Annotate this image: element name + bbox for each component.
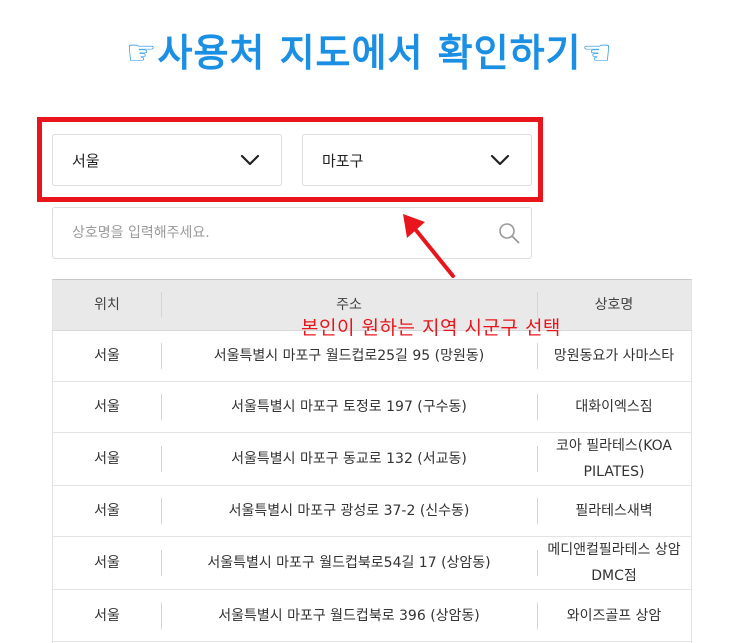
- pointer-arrow-icon: [403, 214, 455, 278]
- cell-location: 서울: [94, 451, 120, 467]
- chevron-down-icon: [490, 154, 510, 166]
- table-row[interactable]: 서울 서울특별시 마포구 토정로 197 (구수동) 대화이엑스짐: [53, 382, 691, 433]
- page-title-text: 사용처 지도에서 확인하기: [157, 31, 582, 75]
- cell-address: 서울특별시 마포구 동교로 132 (서교동): [161, 433, 537, 485]
- pointing-right-hand-icon: ☞: [126, 33, 158, 73]
- chevron-down-icon: [240, 154, 260, 166]
- page-title: ☞사용처 지도에서 확인하기☜: [0, 22, 739, 77]
- region-select-value: 서울: [72, 151, 100, 170]
- cell-location: 서울: [94, 348, 120, 364]
- cell-store-name: 코아 필라테스(KOA PILATES): [537, 433, 691, 485]
- cell-address: 서울특별시 마포구 토정로 197 (구수동): [161, 382, 537, 432]
- cell-store-name: 메디앤컬필라테스 상암DMC점: [537, 537, 691, 589]
- table-row[interactable]: 서울 서울특별시 마포구 광성로 37-2 (신수동) 필라테스새벽: [53, 486, 691, 537]
- search-icon[interactable]: [498, 222, 520, 244]
- cell-location: 서울: [94, 555, 120, 571]
- cell-location: 서울: [94, 607, 120, 624]
- cell-location: 서울: [94, 399, 120, 415]
- cell-location: 서울: [94, 503, 120, 519]
- cell-store-name: 와이즈골프 상암: [537, 590, 691, 641]
- table-row[interactable]: 서울 서울특별시 마포구 월드컵북로54길 17 (상암동) 메디앤컬필라테스 …: [53, 537, 691, 590]
- annotation-text: 본인이 원하는 지역 시군구 선택: [301, 317, 561, 339]
- cell-address: 서울특별시 마포구 광성로 37-2 (신수동): [161, 486, 537, 536]
- table-row[interactable]: 서울 서울특별시 마포구 동교로 132 (서교동) 코아 필라테스(KOA P…: [53, 433, 691, 486]
- cell-address: 서울특별시 마포구 월드컵북로54길 17 (상암동): [161, 537, 537, 589]
- region-select[interactable]: 서울: [52, 134, 282, 186]
- district-select-value: 마포구: [322, 151, 364, 170]
- table-row[interactable]: 서울 서울특별시 마포구 월드컵북로 396 (상암동) 와이즈골프 상암: [53, 590, 691, 642]
- cell-address: 서울특별시 마포구 월드컵북로 396 (상암동): [161, 590, 537, 641]
- header-location: 위치: [94, 297, 120, 313]
- pointing-left-hand-icon: ☜: [581, 33, 613, 73]
- cell-store-name: 필라테스새벽: [537, 486, 691, 536]
- district-select[interactable]: 마포구: [302, 134, 532, 186]
- cell-store-name: 대화이엑스짐: [537, 382, 691, 432]
